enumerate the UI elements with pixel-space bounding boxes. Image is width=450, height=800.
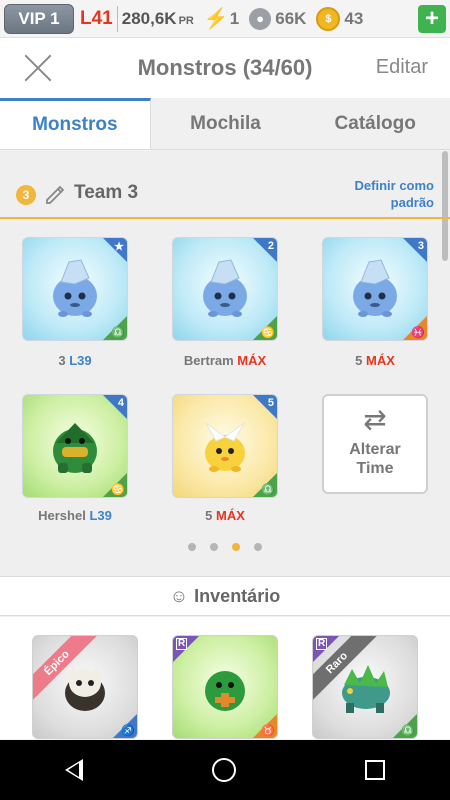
monster-name: Hershel bbox=[38, 508, 86, 523]
gold-value: 43 bbox=[344, 8, 364, 28]
inventory-monster-card[interactable]: R ♉ bbox=[172, 635, 278, 739]
monster-label: 3 L39 bbox=[5, 353, 145, 368]
page-dot[interactable] bbox=[210, 543, 218, 551]
coin-icon: $ bbox=[316, 6, 341, 31]
lightning-icon: ⚡ bbox=[203, 8, 229, 30]
libra-icon: ♎ bbox=[261, 484, 275, 496]
sagittarius-icon: ♐ bbox=[121, 725, 135, 737]
top-status-bar: VIP 1 L41 280,6K PR ⚡ 1 ● 66K $43 + bbox=[0, 0, 450, 38]
taurus-icon: ♉ bbox=[261, 725, 275, 737]
inventory-monster-card[interactable]: Épico ♐ bbox=[32, 635, 138, 739]
monster-portrait bbox=[53, 423, 97, 473]
player-level: L41 bbox=[80, 7, 113, 29]
page-dot-active[interactable] bbox=[232, 543, 240, 551]
team-name: Team 3 bbox=[74, 182, 139, 203]
team-panel: 3 Team 3 Definir como padrão ★ ♎ 3 L39 2… bbox=[0, 151, 450, 576]
monster-portrait bbox=[53, 259, 97, 317]
food-value: 66K bbox=[275, 8, 307, 28]
monster-name: 3 bbox=[58, 353, 66, 368]
libra-icon: ♎ bbox=[401, 725, 415, 737]
swap-arrows-icon: ⇄ bbox=[363, 404, 387, 435]
food-counter[interactable]: ● 66K bbox=[249, 7, 307, 30]
monster-portrait bbox=[205, 422, 245, 472]
monster-card[interactable]: ★ ♎ bbox=[22, 237, 128, 341]
cancer-icon: ♋ bbox=[261, 327, 275, 339]
tab-monstros[interactable]: Monstros bbox=[0, 98, 151, 149]
page-header: Monstros (34/60) Editar bbox=[0, 38, 450, 98]
slot-number: 4 bbox=[117, 397, 124, 409]
page-dot[interactable] bbox=[254, 543, 262, 551]
monster-portrait bbox=[203, 259, 247, 317]
power-unit: PR bbox=[178, 14, 194, 27]
divider bbox=[116, 5, 118, 32]
monster-card[interactable]: 5 ♎ bbox=[172, 394, 278, 498]
monster-label: Hershel L39 bbox=[5, 508, 145, 523]
monster-label: Bertram MÁX bbox=[155, 353, 295, 368]
monster-label: 5 MÁX bbox=[155, 508, 295, 523]
cancer-icon: ♋ bbox=[111, 484, 125, 496]
inventory-header: ☺ Inventário bbox=[0, 576, 450, 616]
gold-counter[interactable]: $43 bbox=[316, 6, 364, 31]
slot-number: 3 bbox=[417, 240, 424, 252]
page-indicator bbox=[0, 543, 450, 551]
monster-level: L39 bbox=[89, 508, 112, 523]
pisces-icon: ♓ bbox=[411, 327, 425, 339]
inventory-monster-card[interactable]: R Raro ♎ bbox=[312, 635, 418, 739]
monster-level: L39 bbox=[69, 353, 92, 368]
set-default-button[interactable]: Definir como padrão bbox=[334, 177, 434, 211]
system-nav-bar bbox=[0, 740, 450, 800]
edit-button[interactable]: Editar bbox=[376, 56, 428, 79]
monster-name: Bertram bbox=[183, 353, 234, 368]
monster-card[interactable]: 4 ♋ bbox=[22, 394, 128, 498]
inventory-list: Épico ♐ R ♉ R Raro ♎ bbox=[0, 617, 450, 739]
rarity-tag-label: R bbox=[176, 638, 188, 650]
energy-counter[interactable]: ⚡ 1 bbox=[204, 6, 239, 31]
monster-label: 5 MÁX bbox=[305, 353, 445, 368]
slot-number: 2 bbox=[267, 240, 274, 252]
monster-level: MÁX bbox=[365, 353, 395, 368]
monster-portrait bbox=[205, 671, 245, 711]
power-value: 280,6K bbox=[121, 8, 177, 28]
monster-level: MÁX bbox=[215, 508, 245, 523]
monster-portrait bbox=[353, 259, 397, 317]
tab-bar: Monstros Mochila Catálogo bbox=[0, 98, 450, 150]
power-rating: 280,6K PR bbox=[122, 9, 194, 29]
star-icon: ★ bbox=[114, 241, 124, 253]
pencil-icon[interactable] bbox=[44, 183, 66, 205]
tab-catalogo[interactable]: Catálogo bbox=[300, 98, 450, 149]
tab-mochila[interactable]: Mochila bbox=[151, 98, 301, 149]
monster-card[interactable]: 3 ♓ bbox=[322, 237, 428, 341]
swap-label-line1: Alterar bbox=[349, 441, 401, 458]
back-icon[interactable] bbox=[64, 759, 83, 781]
monster-name: 5 bbox=[355, 353, 363, 368]
swap-team-button[interactable]: ⇄ Alterar Time bbox=[322, 394, 428, 494]
energy-value: 1 bbox=[229, 8, 240, 28]
monster-name: 5 bbox=[205, 508, 213, 523]
rarity-tag-label: R bbox=[316, 638, 328, 650]
team-header: 3 Team 3 Definir como padrão bbox=[0, 171, 450, 219]
inventory-title: Inventário bbox=[194, 585, 281, 606]
monster-card[interactable]: 2 ♋ bbox=[172, 237, 278, 341]
page-dot[interactable] bbox=[188, 543, 196, 551]
recent-apps-icon[interactable] bbox=[365, 760, 386, 780]
libra-icon: ♎ bbox=[111, 327, 125, 339]
vip-badge[interactable]: VIP 1 bbox=[4, 3, 74, 34]
swap-team-label: Alterar Time bbox=[324, 440, 426, 478]
add-currency-button[interactable]: + bbox=[418, 5, 446, 33]
slot-number: 5 bbox=[267, 397, 274, 409]
paw-icon: ● bbox=[249, 7, 272, 30]
team-number-badge: 3 bbox=[16, 185, 36, 205]
home-icon[interactable] bbox=[211, 758, 236, 782]
paw-icon: ☺ bbox=[169, 585, 189, 606]
monster-level: MÁX bbox=[237, 353, 267, 368]
swap-label-line2: Time bbox=[356, 460, 394, 477]
